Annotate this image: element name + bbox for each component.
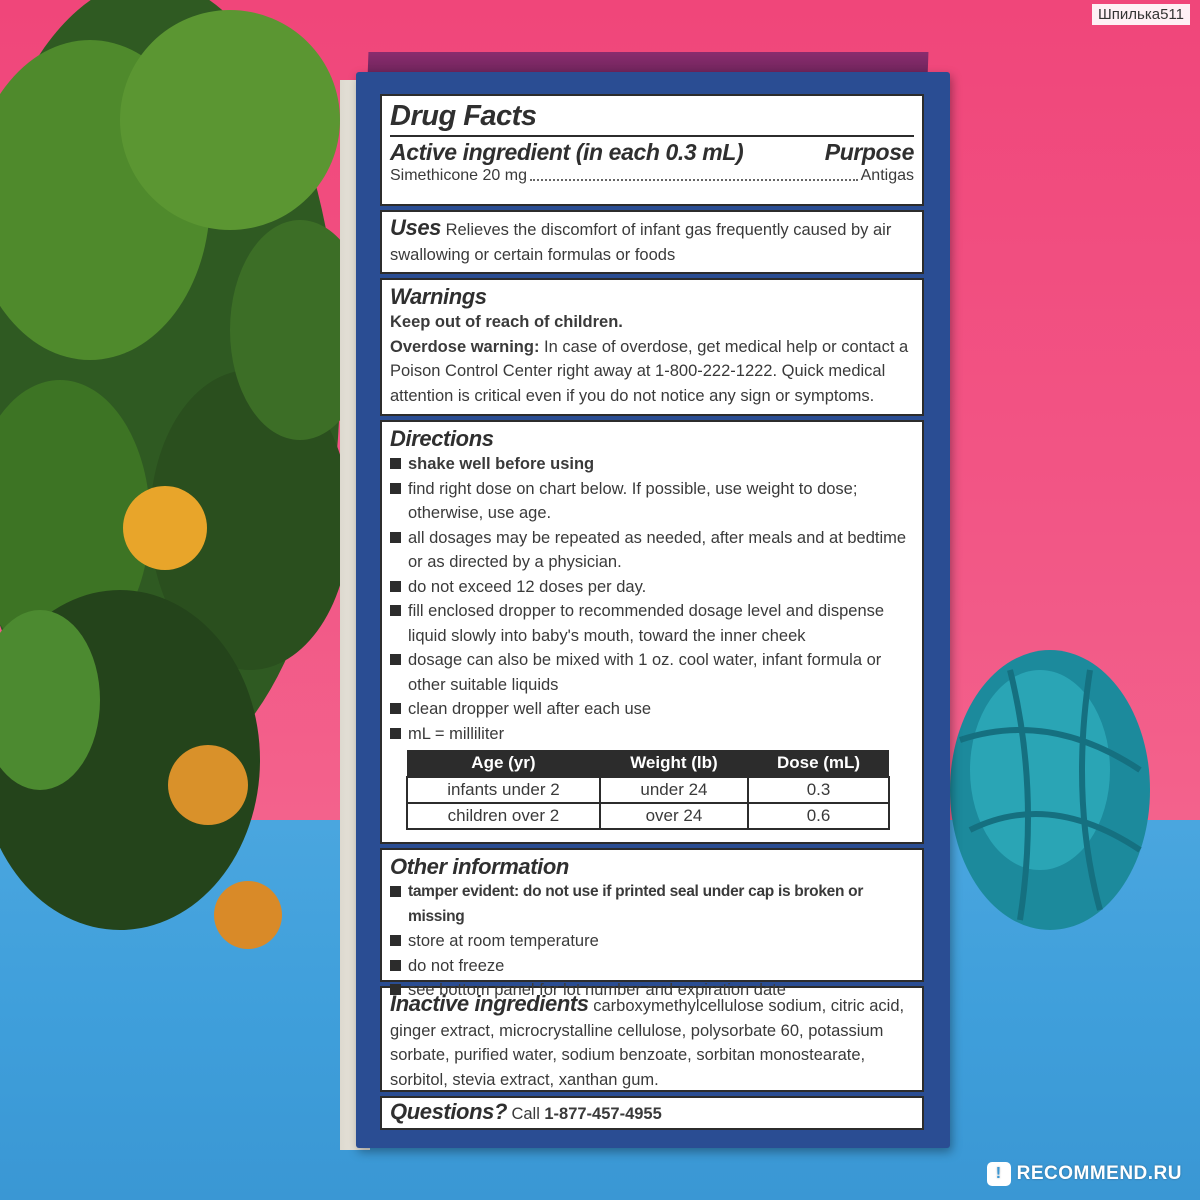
section-active-ingredient: Drug Facts Active ingredient (in each 0.… <box>380 94 924 206</box>
watermark-site: ! RECOMMEND.RU <box>986 1162 1182 1186</box>
drug-facts-panel: Drug Facts Active ingredient (in each 0.… <box>380 94 924 1134</box>
header-age: Age (yr) <box>407 750 600 777</box>
direction-text: mL = milliliter <box>408 724 505 743</box>
direction-item: clean dropper well after each use <box>390 697 914 722</box>
ingredient-row: Simethicone 20 mg Antigas <box>390 166 914 186</box>
questions-phone: 1-877-457-4955 <box>544 1105 662 1123</box>
purpose-heading: Purpose <box>824 139 915 165</box>
direction-text: all dosages may be repeated as needed, a… <box>408 528 907 572</box>
section-inactive-ingredients: Inactive ingredients carboxymethylcellul… <box>380 986 924 1092</box>
keep-out-text: Keep out of reach of children. <box>390 313 623 331</box>
cell-weight: under 24 <box>598 776 750 804</box>
teal-ball-decoration <box>950 650 1150 930</box>
direction-text: fill enclosed dropper to recommended dos… <box>408 602 885 645</box>
recommend-logo-icon: ! <box>986 1162 1011 1186</box>
bullet-square-icon <box>390 959 401 971</box>
cell-dose: 0.6 <box>747 802 890 830</box>
dosage-table-header: Age (yr) Weight (lb) Dose (mL) <box>407 750 889 777</box>
direction-item: do not exceed 12 doses per day. <box>390 575 914 600</box>
bullet-square-icon <box>390 531 401 543</box>
active-heading: Active ingredient (in each 0.3 mL) <box>390 139 744 165</box>
other-item: tamper evident: do not use if printed se… <box>390 880 914 929</box>
other-heading: Other information <box>390 854 569 879</box>
ingredient-purpose: Antigas <box>860 167 914 184</box>
cell-weight: over 24 <box>598 802 750 830</box>
cell-age: infants under 2 <box>406 776 601 804</box>
bullet-square-icon <box>390 458 401 469</box>
bullet-square-icon <box>390 703 401 714</box>
directions-heading: Directions <box>390 426 494 451</box>
uses-heading: Uses <box>390 215 441 240</box>
warnings-heading: Warnings <box>390 284 487 309</box>
table-row: infants under 2 under 24 0.3 <box>406 776 890 804</box>
bullet-square-icon <box>390 654 401 665</box>
watermark-author: Шпилька511 <box>1092 4 1190 25</box>
direction-text: clean dropper well after each use <box>408 700 652 718</box>
direction-text: shake well before using <box>408 455 595 473</box>
direction-text: dosage can also be mixed with 1 oz. cool… <box>408 651 882 694</box>
watermark-site-text: RECOMMEND.RU <box>1016 1163 1182 1184</box>
other-item: do not freeze <box>390 954 914 979</box>
direction-item: shake well before using <box>390 452 914 477</box>
bullet-square-icon <box>390 482 401 494</box>
inactive-block: Inactive ingredients carboxymethylcellul… <box>390 991 914 1092</box>
uses-text-block: Uses Relieves the discomfort of infant g… <box>390 215 914 267</box>
other-item: store at room temperature <box>390 929 914 954</box>
ingredient-name: Simethicone 20 mg <box>390 167 527 184</box>
overdose-block: Overdose warning: In case of overdose, g… <box>390 335 914 409</box>
medicine-box: Drug Facts Active ingredient (in each 0.… <box>356 72 950 1148</box>
other-text: tamper evident: do not use if printed se… <box>408 883 864 925</box>
inactive-heading: Inactive ingredients <box>390 991 589 1016</box>
cell-dose: 0.3 <box>747 776 890 804</box>
bullet-square-icon <box>390 935 401 946</box>
other-text: do not freeze <box>408 956 505 975</box>
dosage-table: Age (yr) Weight (lb) Dose (mL) infants u… <box>406 750 890 830</box>
other-text: store at room temperature <box>408 932 599 950</box>
section-uses: Uses Relieves the discomfort of infant g… <box>380 210 924 274</box>
questions-call: Call <box>511 1105 540 1123</box>
section-warnings: Warnings Keep out of reach of children. … <box>380 278 924 416</box>
bullet-square-icon <box>390 886 401 897</box>
direction-text: do not exceed 12 doses per day. <box>408 577 647 596</box>
table-row: children over 2 over 24 0.6 <box>406 802 890 830</box>
uses-text: Relieves the discomfort of infant gas fr… <box>390 221 892 264</box>
drug-facts-title: Drug Facts <box>390 100 914 137</box>
section-other-information: Other information tamper evident: do not… <box>380 848 924 999</box>
section-questions: Questions? Call 1-877-457-4955 <box>380 1096 924 1130</box>
direction-item: mL = milliliter <box>390 722 914 747</box>
bullet-square-icon <box>390 605 401 616</box>
cell-age: children over 2 <box>406 802 601 830</box>
direction-item: all dosages may be repeated as needed, a… <box>390 526 914 575</box>
direction-item: dosage can also be mixed with 1 oz. cool… <box>390 648 914 697</box>
header-weight: Weight (lb) <box>599 750 749 777</box>
questions-heading: Questions? <box>390 1099 508 1124</box>
active-heading-row: Active ingredient (in each 0.3 mL) Purpo… <box>390 137 914 166</box>
section-directions: Directions shake well before using find … <box>380 420 924 844</box>
header-dose: Dose (mL) <box>748 750 889 777</box>
bullet-square-icon <box>390 727 401 739</box>
dot-leader <box>529 166 858 181</box>
direction-item: fill enclosed dropper to recommended dos… <box>390 599 914 648</box>
direction-text: find right dose on chart below. If possi… <box>408 479 858 523</box>
overdose-label: Overdose warning: <box>390 337 540 356</box>
direction-item: find right dose on chart below. If possi… <box>390 477 914 526</box>
plant-decoration <box>0 0 370 949</box>
bullet-square-icon <box>390 580 401 592</box>
